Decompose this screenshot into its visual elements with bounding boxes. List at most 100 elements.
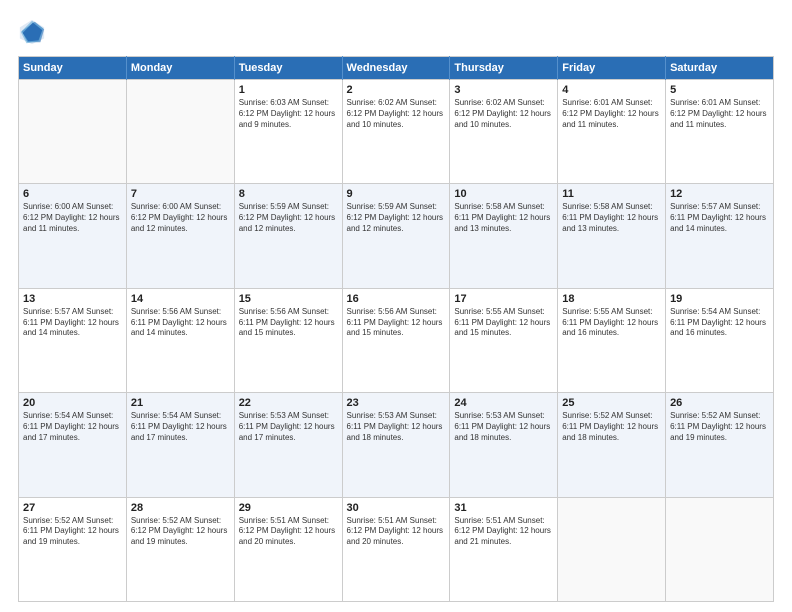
calendar-table: SundayMondayTuesdayWednesdayThursdayFrid… xyxy=(18,56,774,602)
calendar-cell xyxy=(19,80,127,184)
weekday-header-saturday: Saturday xyxy=(666,57,774,80)
day-number: 31 xyxy=(454,502,553,514)
calendar-cell: 1 Sunrise: 6:03 AM Sunset: 6:12 PM Daylig… xyxy=(234,80,342,184)
day-number: 7 xyxy=(131,188,230,200)
calendar-row: 27 Sunrise: 5:52 AM Sunset: 6:11 PM Dayli… xyxy=(19,497,774,601)
day-info: Sunrise: 6:02 AM Sunset: 6:12 PM Dayligh… xyxy=(347,98,446,130)
day-number: 23 xyxy=(347,397,446,409)
calendar-cell: 28 Sunrise: 5:52 AM Sunset: 6:12 PM Dayli… xyxy=(126,497,234,601)
calendar-row: 20 Sunrise: 5:54 AM Sunset: 6:11 PM Dayli… xyxy=(19,393,774,497)
day-info: Sunrise: 6:00 AM Sunset: 6:12 PM Dayligh… xyxy=(131,202,230,234)
day-number: 6 xyxy=(23,188,122,200)
day-number: 14 xyxy=(131,293,230,305)
calendar-cell: 9 Sunrise: 5:59 AM Sunset: 6:12 PM Daylig… xyxy=(342,184,450,288)
day-info: Sunrise: 5:56 AM Sunset: 6:11 PM Dayligh… xyxy=(239,307,338,339)
calendar-cell: 18Sunrise: 5:55 AM Sunset: 6:11 PM Dayli… xyxy=(558,288,666,392)
day-number: 4 xyxy=(562,84,661,96)
calendar-cell: 6 Sunrise: 6:00 AM Sunset: 6:12 PM Daylig… xyxy=(19,184,127,288)
day-info: Sunrise: 5:56 AM Sunset: 6:11 PM Dayligh… xyxy=(131,307,230,339)
weekday-row: SundayMondayTuesdayWednesdayThursdayFrid… xyxy=(19,57,774,80)
day-number: 21 xyxy=(131,397,230,409)
calendar-cell: 7 Sunrise: 6:00 AM Sunset: 6:12 PM Daylig… xyxy=(126,184,234,288)
day-info: Sunrise: 5:56 AM Sunset: 6:11 PM Dayligh… xyxy=(347,307,446,339)
day-number: 8 xyxy=(239,188,338,200)
day-number: 22 xyxy=(239,397,338,409)
day-number: 9 xyxy=(347,188,446,200)
day-number: 12 xyxy=(670,188,769,200)
calendar-cell: 26 Sunrise: 5:52 AM Sunset: 6:11 PM Dayli… xyxy=(666,393,774,497)
day-number: 27 xyxy=(23,502,122,514)
day-info: Sunrise: 5:59 AM Sunset: 6:12 PM Dayligh… xyxy=(347,202,446,234)
calendar-cell: 13Sunrise: 5:57 AM Sunset: 6:11 PM Dayli… xyxy=(19,288,127,392)
day-info: Sunrise: 5:51 AM Sunset: 6:12 PM Dayligh… xyxy=(347,516,446,548)
day-number: 5 xyxy=(670,84,769,96)
calendar-cell: 31 Sunrise: 5:51 AM Sunset: 6:12 PM Dayli… xyxy=(450,497,558,601)
day-info: Sunrise: 5:53 AM Sunset: 6:11 PM Dayligh… xyxy=(239,411,338,443)
calendar-cell: 21Sunrise: 5:54 AM Sunset: 6:11 PM Dayli… xyxy=(126,393,234,497)
calendar-header: SundayMondayTuesdayWednesdayThursdayFrid… xyxy=(19,57,774,80)
day-info: Sunrise: 5:54 AM Sunset: 6:11 PM Dayligh… xyxy=(23,411,122,443)
day-info: Sunrise: 5:55 AM Sunset: 6:11 PM Dayligh… xyxy=(454,307,553,339)
logo-icon xyxy=(18,18,46,46)
day-info: Sunrise: 6:02 AM Sunset: 6:12 PM Dayligh… xyxy=(454,98,553,130)
calendar-cell: 22 Sunrise: 5:53 AM Sunset: 6:11 PM Dayli… xyxy=(234,393,342,497)
day-info: Sunrise: 5:58 AM Sunset: 6:11 PM Dayligh… xyxy=(562,202,661,234)
day-number: 19 xyxy=(670,293,769,305)
day-number: 2 xyxy=(347,84,446,96)
calendar-cell: 19 Sunrise: 5:54 AM Sunset: 6:11 PM Dayli… xyxy=(666,288,774,392)
calendar-cell: 12Sunrise: 5:57 AM Sunset: 6:11 PM Dayli… xyxy=(666,184,774,288)
day-info: Sunrise: 6:03 AM Sunset: 6:12 PM Dayligh… xyxy=(239,98,338,130)
calendar-body: 1 Sunrise: 6:03 AM Sunset: 6:12 PM Daylig… xyxy=(19,80,774,602)
calendar-cell: 4Sunrise: 6:01 AM Sunset: 6:12 PM Daylig… xyxy=(558,80,666,184)
page-header xyxy=(18,18,774,46)
day-info: Sunrise: 5:51 AM Sunset: 6:12 PM Dayligh… xyxy=(239,516,338,548)
day-info: Sunrise: 5:53 AM Sunset: 6:11 PM Dayligh… xyxy=(454,411,553,443)
calendar-cell: 27 Sunrise: 5:52 AM Sunset: 6:11 PM Dayli… xyxy=(19,497,127,601)
day-info: Sunrise: 5:52 AM Sunset: 6:11 PM Dayligh… xyxy=(670,411,769,443)
day-info: Sunrise: 6:01 AM Sunset: 6:12 PM Dayligh… xyxy=(670,98,769,130)
calendar-cell: 24 Sunrise: 5:53 AM Sunset: 6:11 PM Dayli… xyxy=(450,393,558,497)
calendar-cell: 14 Sunrise: 5:56 AM Sunset: 6:11 PM Dayli… xyxy=(126,288,234,392)
calendar-cell xyxy=(126,80,234,184)
calendar-row: 6 Sunrise: 6:00 AM Sunset: 6:12 PM Daylig… xyxy=(19,184,774,288)
calendar-cell: 23Sunrise: 5:53 AM Sunset: 6:11 PM Dayli… xyxy=(342,393,450,497)
calendar-cell: 15 Sunrise: 5:56 AM Sunset: 6:11 PM Dayli… xyxy=(234,288,342,392)
calendar-row: 1 Sunrise: 6:03 AM Sunset: 6:12 PM Daylig… xyxy=(19,80,774,184)
weekday-header-wednesday: Wednesday xyxy=(342,57,450,80)
day-number: 13 xyxy=(23,293,122,305)
calendar-cell: 16 Sunrise: 5:56 AM Sunset: 6:11 PM Dayli… xyxy=(342,288,450,392)
calendar-cell: 8 Sunrise: 5:59 AM Sunset: 6:12 PM Daylig… xyxy=(234,184,342,288)
logo xyxy=(18,18,50,46)
weekday-header-tuesday: Tuesday xyxy=(234,57,342,80)
day-number: 28 xyxy=(131,502,230,514)
day-number: 3 xyxy=(454,84,553,96)
calendar-cell: 20 Sunrise: 5:54 AM Sunset: 6:11 PM Dayli… xyxy=(19,393,127,497)
calendar-cell: 11 Sunrise: 5:58 AM Sunset: 6:11 PM Dayli… xyxy=(558,184,666,288)
day-number: 16 xyxy=(347,293,446,305)
calendar-cell: 2 Sunrise: 6:02 AM Sunset: 6:12 PM Daylig… xyxy=(342,80,450,184)
calendar-cell: 17 Sunrise: 5:55 AM Sunset: 6:11 PM Dayli… xyxy=(450,288,558,392)
day-number: 26 xyxy=(670,397,769,409)
day-info: Sunrise: 5:54 AM Sunset: 6:11 PM Dayligh… xyxy=(670,307,769,339)
day-number: 1 xyxy=(239,84,338,96)
day-number: 11 xyxy=(562,188,661,200)
calendar-cell: 25Sunrise: 5:52 AM Sunset: 6:11 PM Dayli… xyxy=(558,393,666,497)
calendar-cell xyxy=(666,497,774,601)
day-info: Sunrise: 5:58 AM Sunset: 6:11 PM Dayligh… xyxy=(454,202,553,234)
day-number: 24 xyxy=(454,397,553,409)
day-number: 20 xyxy=(23,397,122,409)
day-info: Sunrise: 6:00 AM Sunset: 6:12 PM Dayligh… xyxy=(23,202,122,234)
day-info: Sunrise: 5:52 AM Sunset: 6:12 PM Dayligh… xyxy=(131,516,230,548)
weekday-header-sunday: Sunday xyxy=(19,57,127,80)
day-info: Sunrise: 5:51 AM Sunset: 6:12 PM Dayligh… xyxy=(454,516,553,548)
day-number: 10 xyxy=(454,188,553,200)
day-number: 25 xyxy=(562,397,661,409)
day-number: 30 xyxy=(347,502,446,514)
calendar-cell: 29Sunrise: 5:51 AM Sunset: 6:12 PM Dayli… xyxy=(234,497,342,601)
day-number: 15 xyxy=(239,293,338,305)
day-info: Sunrise: 5:59 AM Sunset: 6:12 PM Dayligh… xyxy=(239,202,338,234)
calendar-cell: 10 Sunrise: 5:58 AM Sunset: 6:11 PM Dayli… xyxy=(450,184,558,288)
day-info: Sunrise: 5:52 AM Sunset: 6:11 PM Dayligh… xyxy=(23,516,122,548)
day-number: 18 xyxy=(562,293,661,305)
day-number: 17 xyxy=(454,293,553,305)
